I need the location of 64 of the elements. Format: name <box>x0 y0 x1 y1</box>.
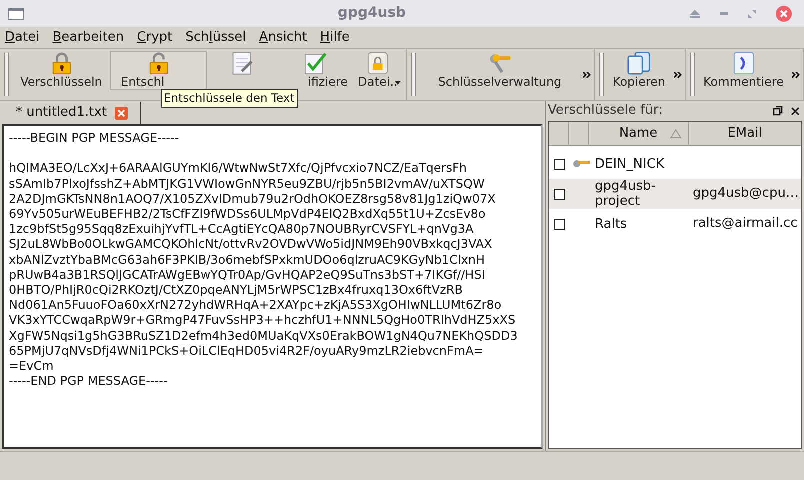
key-row[interactable]: gpg4usb-project gpg4usb@cpu… <box>549 179 801 209</box>
locked-file-icon <box>367 52 389 75</box>
toolbar-button[interactable]: Datei.. <box>354 51 402 90</box>
key-name: Ralts <box>595 216 628 232</box>
key-email: ralts@airmail.cc <box>692 215 799 234</box>
editor-line: XgFW5Nqsi1g5hG3BRuSZ1D2efm4h3ed0MUaKqVXs0ErakBOW1gN4Qu7NEKhQSDD3 <box>9 328 518 344</box>
menu-item[interactable]: Ansicht <box>258 28 308 48</box>
window-title: gpg4usb <box>336 4 408 23</box>
close-panel-icon[interactable] <box>791 106 800 116</box>
extension-chevron-icon[interactable] <box>792 72 800 78</box>
menu-item[interactable]: Datei <box>4 28 41 48</box>
toolbar-button[interactable]: ifiziere <box>278 51 354 90</box>
column-header[interactable]: EMail <box>689 122 801 145</box>
key-row[interactable]: DEIN_NICK <box>549 149 801 179</box>
toolbar-button[interactable]: Kopieren <box>608 51 671 90</box>
keys-icon <box>573 159 591 169</box>
menu-item[interactable]: Bearbeiten <box>52 28 126 48</box>
key-row[interactable]: Ralts ralts@airmail.cc <box>549 209 801 239</box>
editor-line: 65PMjU7qNVsDfj4WNi1PCkS+OiLClEqHD05vi4R2F/oyuARy9mzLR2iebvcnFmA= <box>9 344 484 360</box>
editor-line: 1zc9bfSt5g95Sqq8zExuihjYvfTL+CcAgtiEYcQA80p7NOUBRyrCVSFYL+qnVg3A <box>9 222 474 238</box>
sort-arrow-icon <box>670 128 682 138</box>
editor-line: =EvCm <box>9 359 54 374</box>
toolbar-button[interactable]: Kommentiere <box>698 51 789 90</box>
comment-icon <box>732 52 755 75</box>
close-tab-icon[interactable] <box>115 106 128 120</box>
editor-line: 69Yv505urWEuBEFHB2/2TsCfFZl9fWDSs6ULMpVdP4ElQ2BxdXq55t1U+ZcsEv8o <box>9 207 486 222</box>
editor-line: SJ2uL8WbBo0OLkwGAMCQKOhlcNt/ottvRv2OVDwVWo5idJNM9Eh90VBxkqcJ3VAX <box>9 237 492 253</box>
copy-icon <box>626 52 652 75</box>
padlock-icon <box>52 52 72 75</box>
checkbox[interactable] <box>554 158 564 170</box>
tooltip: Entschlüssele den Text <box>161 89 298 108</box>
editor-line: sSAmIb7PlxoJfsshZ+AbMTJKG1VWIowGnNYR5eu9ZBU/rjb5n5BI2vmAV/uXTSQW <box>9 176 485 192</box>
toolbar-button[interactable]: Verschlüsseln <box>13 51 110 90</box>
menu-item[interactable]: Crypt <box>136 28 174 48</box>
close-icon[interactable] <box>776 6 792 22</box>
editor-line: VK3xYTCCwqaRpW9r+GRmgP47FuvSsHP3++hczhfU1+NNNL5QgHo0TRIhVdHZ5xXS <box>9 313 516 329</box>
toolbar-button[interactable]: Schlüsselverwaltung <box>433 51 567 90</box>
editor-line: hQIMA3EO/LcXxJ+6ARAAlGUYmKl6/WtwNwSt7Xfc/QjPfvcxio7NCZ/EaTqersFh <box>9 161 467 177</box>
float-panel-icon[interactable] <box>773 106 783 116</box>
checkbox[interactable] <box>554 188 564 200</box>
editor-line: Nd061An5FuuoFOa60xXrN272yhdWRHqA+2XAYpc+zKjA5S3XgOHIwNLLUMt6Zr8o <box>9 298 502 314</box>
editor-line: -----BEGIN PGP MESSAGE----- <box>9 131 180 146</box>
column-header[interactable]: Name <box>589 122 689 145</box>
document-pen-icon <box>232 52 254 76</box>
extension-chevron-icon[interactable] <box>582 72 591 78</box>
toolbar-button[interactable]: Entschl <box>110 51 207 90</box>
key-name: gpg4usb-project <box>595 179 657 209</box>
caret-icon <box>395 81 401 85</box>
menu-item[interactable]: Hilfe <box>319 28 351 48</box>
key-email: gpg4usb@cpu… <box>692 185 800 204</box>
window-icon <box>8 8 24 20</box>
extension-chevron-icon[interactable] <box>674 72 682 78</box>
editor-line: pRUwB4a3B1RSQlJGCATrAWgEBwYQTr0Ap/GvHQAP2eQ9SuTns3bST+7IKGf//HSI <box>9 268 486 284</box>
editor-line: xbANlZvztYbaBMcG63ah6F3PKIB/3o6mebfSPxkmUDOo6qlzruAC9KGyNb1ClxnH <box>9 252 485 268</box>
panel-title: Verschlüssele für: <box>548 102 664 120</box>
menu-item[interactable]: Schlüssel <box>184 28 248 48</box>
key-name: DEIN_NICK <box>595 156 666 172</box>
editor-line: -----END PGP MESSAGE----- <box>9 374 168 390</box>
checkbox[interactable] <box>554 218 564 230</box>
editor-line: 0HBTO/PhIjR0cQi2RKOztJ/CtXZ0pqeANYLjM5rWPSC1zBx4fruxq13Ox6ftVzRB <box>9 283 463 298</box>
open-padlock-icon <box>148 52 168 75</box>
editor-line: 2A2DJmGKTsNN8n1AOQ7/X105ZXvIDmub79u2rOdhOKOEZ8rsg58v81Jg1ziQw07X <box>9 192 496 207</box>
text-editor[interactable] <box>2 124 543 449</box>
checked-document-icon <box>304 52 328 75</box>
